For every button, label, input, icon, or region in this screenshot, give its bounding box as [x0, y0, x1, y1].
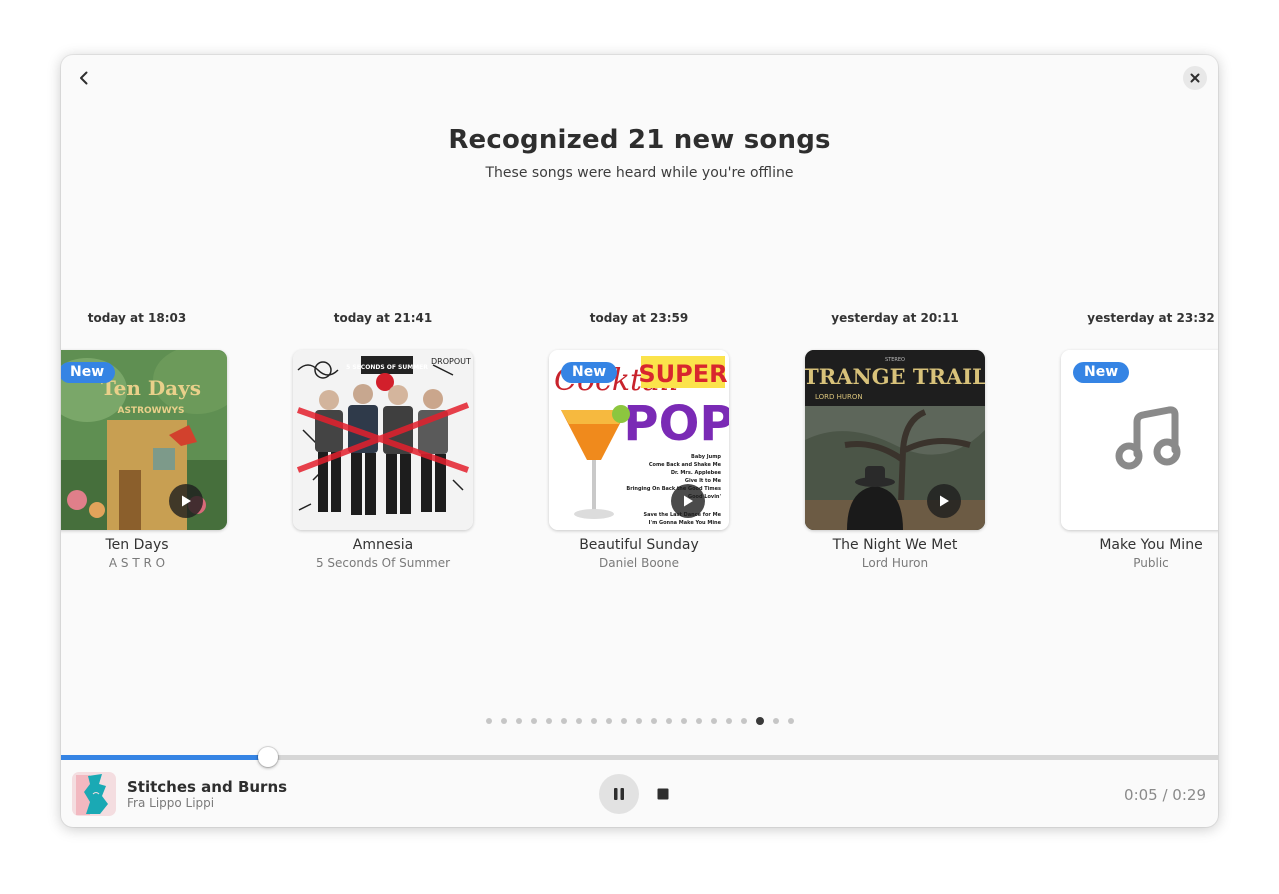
page-dot[interactable]: [772, 718, 779, 724]
page-dot[interactable]: [680, 718, 687, 724]
page-dot[interactable]: [515, 718, 522, 724]
song-title: Make You Mine: [1099, 537, 1203, 553]
playback-time: 0:05 / 0:29: [1124, 786, 1206, 804]
dialog-title: Recognized 21 new songs: [448, 125, 831, 155]
play-icon: [684, 495, 693, 507]
page-dot[interactable]: [635, 718, 642, 724]
recognized-time: today at 23:59: [589, 311, 689, 325]
now-playing-artist: Fra Lippo Lippi: [127, 796, 215, 810]
song-title: The Night We Met: [832, 537, 958, 553]
page-dot[interactable]: [545, 718, 552, 724]
album-cover: New: [1061, 350, 1218, 530]
play-button[interactable]: [169, 484, 203, 518]
svg-text:5 SECONDS OF SUMMER: 5 SECONDS OF SUMMER: [346, 364, 428, 371]
page-dot[interactable]: [665, 718, 672, 724]
now-playing-title: Stitches and Burns: [127, 778, 288, 796]
album-cover: Cocktail SUPER POP Baby Jump Come Back a…: [549, 350, 729, 530]
page-dot[interactable]: [590, 718, 597, 724]
album-cover: 5 SECONDS OF SUMMER DROPOUT: [293, 350, 473, 530]
recognized-time: today at 18:03: [87, 311, 187, 325]
album-cover: Ten Days ASTROWWYS New: [61, 350, 227, 530]
page-dot[interactable]: [530, 718, 537, 724]
play-icon: [182, 495, 191, 507]
page-dot[interactable]: [560, 718, 567, 724]
song-title: Beautiful Sunday: [579, 537, 699, 553]
svg-text:Dr. Mrs. Applebee: Dr. Mrs. Applebee: [671, 470, 722, 476]
page-dot[interactable]: [787, 718, 794, 724]
pause-button[interactable]: [599, 774, 639, 814]
song-artist: 5 Seconds Of Summer: [315, 556, 451, 570]
svg-text:SUPER: SUPER: [638, 360, 727, 388]
close-icon: [1190, 73, 1200, 83]
recognized-time: yesterday at 20:11: [831, 311, 959, 325]
stop-button[interactable]: [651, 782, 675, 806]
page-dot[interactable]: [500, 718, 507, 724]
album-art: [72, 772, 116, 816]
song-card[interactable]: yesterday at 23:32 New Make You Mine Pub…: [1023, 300, 1218, 590]
now-playing-art: [72, 772, 116, 816]
song-card[interactable]: today at 23:59 Cocktail SUPER POP Baby J…: [511, 300, 767, 590]
page-dot[interactable]: [710, 718, 717, 724]
page-dot[interactable]: [620, 718, 627, 724]
page-dot[interactable]: [605, 718, 612, 724]
play-button[interactable]: [671, 484, 705, 518]
progress-fill: [61, 755, 269, 760]
svg-text:I'm Gonna Make You Mine: I'm Gonna Make You Mine: [649, 520, 722, 526]
new-badge: New: [1073, 362, 1130, 383]
svg-text:STRANGE TRAILS: STRANGE TRAILS: [805, 364, 985, 389]
svg-text:POP: POP: [623, 396, 729, 452]
svg-text:Come Back and Shake Me: Come Back and Shake Me: [649, 462, 722, 468]
page-dot[interactable]: [695, 718, 702, 724]
page-dot[interactable]: [650, 718, 657, 724]
svg-text:Ten Days: Ten Days: [101, 376, 201, 400]
page-dot[interactable]: [575, 718, 582, 724]
new-badge: New: [561, 362, 618, 383]
svg-text:ASTROWWYS: ASTROWWYS: [117, 406, 184, 416]
close-button[interactable]: [1183, 66, 1207, 90]
recognized-time: today at 21:41: [333, 311, 433, 325]
svg-text:Give It to Me: Give It to Me: [685, 478, 722, 484]
song-card[interactable]: today at 18:03 Ten Days ASTROWWYS New Te…: [61, 300, 265, 590]
page-dot[interactable]: [725, 718, 732, 724]
new-badge: New: [61, 362, 116, 383]
playback-progress[interactable]: [61, 747, 1218, 767]
song-artist: Lord Huron: [861, 556, 929, 570]
album-cover: STEREO STRANGE TRAILS LORD HURON: [805, 350, 985, 530]
stop-icon: [657, 788, 669, 800]
song-card[interactable]: today at 21:41 5 SECONDS OF SUMMER DROPO…: [255, 300, 511, 590]
recognized-time: yesterday at 23:32: [1087, 311, 1215, 325]
recognizer-dialog: Recognized 21 new songs These songs were…: [61, 55, 1218, 827]
svg-text:DROPOUT: DROPOUT: [431, 357, 471, 366]
dialog-subtitle: These songs were heard while you're offl…: [485, 165, 794, 181]
back-button[interactable]: [72, 66, 96, 90]
song-card[interactable]: yesterday at 20:11 STEREO STRANGE TRAILS…: [767, 300, 1023, 590]
pause-icon: [614, 788, 624, 800]
song-title: Ten Days: [105, 537, 169, 553]
song-artist: Daniel Boone: [599, 556, 679, 570]
go-back-icon: [80, 71, 88, 85]
page-dot[interactable]: [740, 718, 747, 724]
page-dot[interactable]: [755, 717, 764, 725]
page-dot[interactable]: [485, 718, 492, 724]
songs-carousel[interactable]: today at 18:03 Ten Days ASTROWWYS New Te…: [61, 300, 1218, 590]
song-title: Amnesia: [352, 537, 414, 553]
svg-text:LORD HURON: LORD HURON: [815, 393, 863, 401]
album-art: 5 SECONDS OF SUMMER DROPOUT: [293, 350, 473, 530]
svg-text:STEREO: STEREO: [885, 357, 905, 363]
carousel-pagination[interactable]: [61, 717, 1218, 725]
svg-text:Baby Jump: Baby Jump: [691, 454, 721, 460]
play-icon: [940, 495, 949, 507]
song-artist: A S T R O: [108, 556, 166, 570]
play-button[interactable]: [927, 484, 961, 518]
progress-handle[interactable]: [258, 747, 279, 767]
song-artist: Public: [1133, 556, 1169, 570]
